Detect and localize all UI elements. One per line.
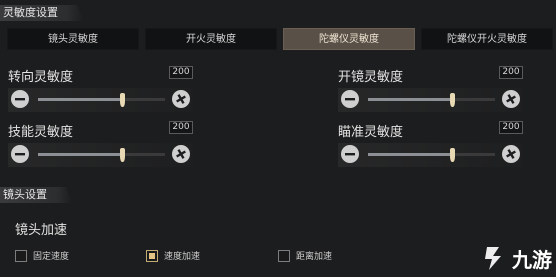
slider-scope-sensitivity: 开镜灵敏度 200 [338, 66, 523, 114]
watermark-text: 九游 [512, 247, 552, 272]
sensitivity-tabs: 镜头灵敏度 开火灵敏度 陀螺仪灵敏度 陀螺仪开火灵敏度 [7, 28, 553, 50]
fixed-speed-label: 固定速度 [33, 252, 70, 262]
slider-thumb[interactable] [449, 148, 455, 162]
watermark: 九游 [479, 243, 552, 273]
option-speed-acceleration[interactable]: 速度加速 [146, 249, 200, 262]
tab-gyro-fire-sensitivity[interactable]: 陀螺仪开火灵敏度 [421, 28, 553, 50]
slider-value-field[interactable]: 200 [499, 121, 523, 134]
slider-aim-sensitivity: 瞄准灵敏度 200 [338, 121, 523, 169]
option-fixed-speed[interactable]: 固定速度 [15, 249, 69, 262]
plus-circle-icon[interactable] [172, 90, 190, 108]
slider-skill-sensitivity: 技能灵敏度 200 [8, 121, 193, 169]
fixed-speed-checkbox[interactable] [15, 249, 27, 262]
slider-value-field[interactable]: 200 [169, 121, 193, 134]
slider-fill [368, 98, 452, 101]
option-distance-acceleration[interactable]: 距离加速 [278, 249, 332, 262]
slider-track[interactable] [368, 148, 495, 162]
slider-track[interactable] [38, 148, 165, 162]
slider-turn-sensitivity: 转向灵敏度 200 [8, 66, 193, 114]
slider-track[interactable] [38, 93, 165, 107]
slider-label: 技能灵敏度 [8, 125, 74, 140]
slider-label: 转向灵敏度 [8, 70, 74, 85]
lens-acceleration-label: 镜头加速 [15, 223, 68, 238]
tab-gyro-sensitivity[interactable]: 陀螺仪灵敏度 [283, 28, 415, 50]
plus-circle-icon[interactable] [502, 145, 520, 163]
minus-circle-icon[interactable] [11, 145, 29, 163]
slider-thumb[interactable] [119, 148, 125, 162]
slider-label: 瞄准灵敏度 [338, 125, 404, 140]
slider-value-field[interactable]: 200 [169, 66, 193, 79]
slider-row [8, 88, 193, 112]
plus-circle-icon[interactable] [502, 90, 520, 108]
speed-acceleration-label: 速度加速 [164, 252, 201, 262]
tab-lens-sensitivity[interactable]: 镜头灵敏度 [7, 28, 139, 50]
minus-circle-icon[interactable] [341, 145, 359, 163]
sensitivity-section-header: 灵敏度设置 [0, 5, 84, 21]
plus-circle-icon[interactable] [172, 145, 190, 163]
slider-row [8, 143, 193, 167]
jiuyou-logo-icon [485, 247, 501, 270]
slider-thumb[interactable] [449, 93, 455, 107]
slider-fill [38, 153, 122, 156]
speed-acceleration-checkbox[interactable] [146, 249, 158, 262]
distance-acceleration-checkbox[interactable] [278, 249, 290, 262]
slider-fill [38, 98, 122, 101]
minus-circle-icon[interactable] [341, 90, 359, 108]
slider-thumb[interactable] [119, 93, 125, 107]
minus-circle-icon[interactable] [11, 90, 29, 108]
tab-fire-sensitivity[interactable]: 开火灵敏度 [145, 28, 277, 50]
lens-section-header: 镜头设置 [0, 187, 72, 203]
slider-row [338, 88, 523, 112]
slider-fill [368, 153, 452, 156]
sensitivity-section-title: 灵敏度设置 [3, 6, 58, 19]
slider-track[interactable] [368, 93, 495, 107]
slider-value-field[interactable]: 200 [499, 66, 523, 79]
distance-acceleration-label: 距离加速 [296, 252, 333, 262]
lens-section-title: 镜头设置 [3, 188, 47, 201]
slider-row [338, 143, 523, 167]
slider-label: 开镜灵敏度 [338, 70, 404, 85]
